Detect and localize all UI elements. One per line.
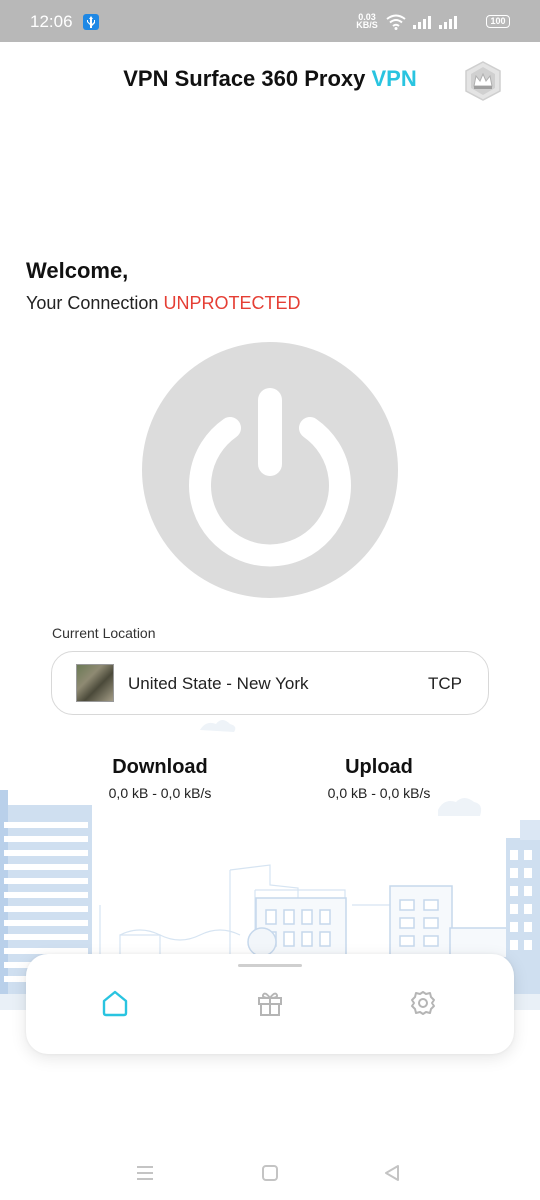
nav-settings-button[interactable] (408, 988, 438, 1018)
nav-gift-button[interactable] (255, 988, 285, 1018)
connect-power-button[interactable] (142, 342, 398, 598)
signal-icon (439, 16, 457, 29)
protocol-label: TCP (428, 674, 462, 693)
bottom-navigation (26, 954, 514, 1054)
connection-status: UNPROTECTED (163, 293, 301, 313)
download-label: Download (112, 756, 208, 778)
back-icon[interactable] (381, 1162, 403, 1184)
current-location-label: Current Location (52, 625, 156, 641)
system-navigation-bar (0, 1146, 540, 1200)
location-name: United State - New York (128, 674, 309, 693)
usb-icon (83, 14, 99, 30)
welcome-heading: Welcome, (26, 258, 129, 283)
home-icon (102, 990, 128, 1017)
app-title-accent: VPN (371, 66, 417, 91)
upload-value: 0,0 kB - 0,0 kB/s (327, 785, 431, 801)
battery-icon: 100 (486, 15, 510, 28)
connection-status-line: Your Connection UNPROTECTED (26, 293, 300, 314)
status-time: 12:06 (30, 12, 73, 31)
location-flag-image (76, 664, 114, 702)
crown-icon (465, 61, 501, 101)
menu-icon[interactable] (134, 1162, 156, 1184)
status-bar: 12:06 0.03 KB/S 100 (0, 0, 540, 42)
net-speed: 0.03 KB/S (354, 13, 380, 30)
download-value: 0,0 kB - 0,0 kB/s (108, 785, 212, 801)
nav-home-button[interactable] (100, 988, 130, 1018)
app-title: VPN Surface 360 Proxy VPN (0, 66, 540, 92)
upload-label: Upload (345, 756, 413, 778)
gift-icon (258, 992, 282, 1016)
wifi-icon (386, 14, 406, 30)
settings-icon (411, 991, 435, 1015)
power-icon (189, 388, 351, 567)
net-speed-unit: KB/S (356, 20, 378, 30)
status-icons: 0.03 KB/S 100 (310, 12, 510, 32)
nav-drag-handle[interactable] (238, 964, 302, 967)
connection-prefix: Your Connection (26, 293, 159, 313)
app-screen: 12:06 0.03 KB/S 100 VPN Surface 360 Prox… (0, 0, 540, 1200)
location-selector[interactable]: United State - New York TCP (51, 651, 489, 715)
app-title-main: VPN Surface 360 Proxy (123, 66, 366, 91)
signal-icon (413, 16, 431, 29)
home-square-icon[interactable] (259, 1162, 281, 1184)
premium-button[interactable] (462, 60, 504, 102)
